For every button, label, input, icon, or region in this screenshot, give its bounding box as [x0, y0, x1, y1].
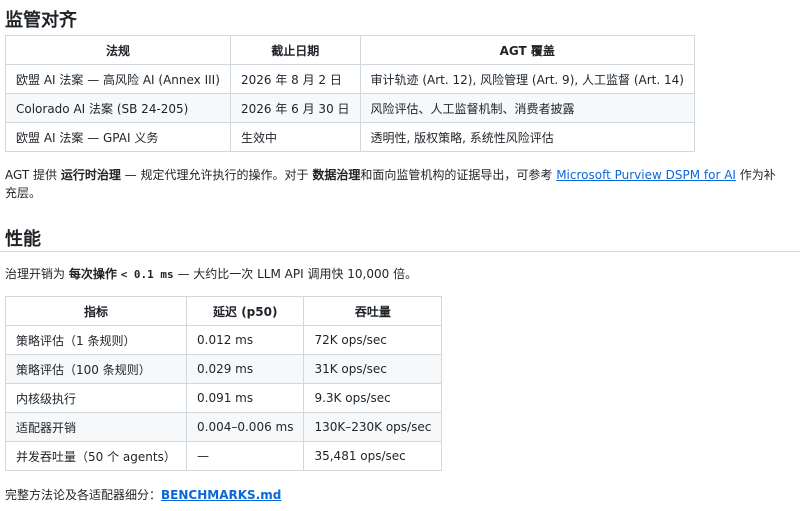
table-cell: 生效中	[230, 122, 361, 152]
table-row: 并发吞吐量（50 个 agents） — 35,481 ops/sec	[5, 441, 443, 471]
table-cell: 72K ops/sec	[303, 325, 443, 355]
table-cell: 透明性, 版权策略, 系统性风险评估	[359, 122, 695, 152]
table-cell: 适配器开销	[5, 412, 187, 442]
column-header: 截止日期	[230, 35, 361, 65]
purview-link[interactable]: Microsoft Purview DSPM for AI	[556, 168, 736, 182]
column-header: 法规	[5, 35, 231, 65]
table-row: 欧盟 AI 法案 — 高风险 AI (Annex III) 2026 年 8 月…	[5, 64, 695, 94]
column-header: 吞吐量	[303, 296, 443, 326]
table-cell: 策略评估（1 条规则）	[5, 325, 187, 355]
column-header: 指标	[5, 296, 187, 326]
markdown-page: 监管对齐 法规 截止日期 AGT 覆盖 欧盟 AI 法案 — 高风险 AI (A…	[0, 0, 800, 511]
table-row: 内核级执行 0.091 ms 9.3K ops/sec	[5, 383, 443, 413]
table-cell: 0.091 ms	[185, 383, 305, 413]
note-emphasis: 数据治理	[312, 168, 361, 182]
note-emphasis: 运行时治理	[60, 168, 121, 182]
intro-text: — 大约比一次 LLM API 调用快 10,000 倍。	[173, 267, 418, 281]
benchmarks-link[interactable]: BENCHMARKS.md	[161, 488, 281, 502]
intro-text: 治理开销为	[5, 267, 66, 281]
table-cell: 2026 年 8 月 2 日	[230, 64, 361, 94]
table-cell: 内核级执行	[5, 383, 187, 413]
regulatory-table: 法规 截止日期 AGT 覆盖 欧盟 AI 法案 — 高风险 AI (Annex …	[5, 35, 695, 152]
table-row: 欧盟 AI 法案 — GPAI 义务 生效中 透明性, 版权策略, 系统性风险评…	[5, 122, 695, 152]
table-cell: 风险评估、人工监督机制、消费者披露	[359, 93, 695, 123]
section-heading-performance: 性能	[5, 229, 41, 250]
note-text: AGT 提供	[5, 168, 58, 182]
note-text: 和面向监管机构的证据导出，可参考	[360, 168, 553, 182]
table-cell: 欧盟 AI 法案 — GPAI 义务	[5, 122, 231, 152]
intro-code: < 0.1 ms	[120, 268, 174, 281]
table-cell: 130K–230K ops/sec	[303, 412, 443, 442]
table-cell: 35,481 ops/sec	[303, 441, 443, 471]
table-cell: 31K ops/sec	[303, 354, 443, 384]
table-cell: 欧盟 AI 法案 — 高风险 AI (Annex III)	[5, 64, 231, 94]
section-heading-regulatory: 监管对齐	[5, 10, 77, 31]
footer-text: 完整方法论及各适配器细分：	[5, 488, 162, 502]
table-header-row: 指标 延迟 (p50) 吞吐量	[5, 296, 443, 326]
table-cell: 审计轨迹 (Art. 12), 风险管理 (Art. 9), 人工监督 (Art…	[359, 64, 695, 94]
benchmarks-footer: 完整方法论及各适配器细分：BENCHMARKS.md	[5, 486, 281, 504]
note-text: 充层。	[5, 186, 42, 200]
note-text: 作为补	[739, 168, 776, 182]
performance-intro: 治理开销为 每次操作 < 0.1 ms — 大约比一次 LLM API 调用快 …	[5, 265, 417, 284]
note-text: — 规定代理允许执行的操作。对于	[120, 168, 309, 182]
table-cell: Colorado AI 法案 (SB 24-205)	[5, 93, 231, 123]
column-header: AGT 覆盖	[359, 35, 695, 65]
column-header: 延迟 (p50)	[185, 296, 305, 326]
regulatory-note: AGT 提供 运行时治理 — 规定代理允许执行的操作。对于 数据治理和面向监管机…	[5, 166, 795, 202]
table-row: 策略评估（100 条规则） 0.029 ms 31K ops/sec	[5, 354, 443, 384]
table-cell: 2026 年 6 月 30 日	[230, 93, 361, 123]
table-row: 适配器开销 0.004–0.006 ms 130K–230K ops/sec	[5, 412, 443, 442]
table-cell: —	[185, 441, 305, 471]
table-row: 策略评估（1 条规则） 0.012 ms 72K ops/sec	[5, 325, 443, 355]
table-header-row: 法规 截止日期 AGT 覆盖	[5, 35, 695, 65]
table-row: Colorado AI 法案 (SB 24-205) 2026 年 6 月 30…	[5, 93, 695, 123]
intro-emphasis: 每次操作	[68, 267, 117, 281]
table-cell: 并发吞吐量（50 个 agents）	[5, 441, 187, 471]
performance-table: 指标 延迟 (p50) 吞吐量 策略评估（1 条规则） 0.012 ms 72K…	[5, 296, 443, 471]
heading-divider	[0, 251, 800, 252]
table-cell: 0.004–0.006 ms	[185, 412, 305, 442]
table-cell: 0.012 ms	[185, 325, 305, 355]
table-cell: 0.029 ms	[185, 354, 305, 384]
table-cell: 策略评估（100 条规则）	[5, 354, 187, 384]
table-cell: 9.3K ops/sec	[303, 383, 443, 413]
